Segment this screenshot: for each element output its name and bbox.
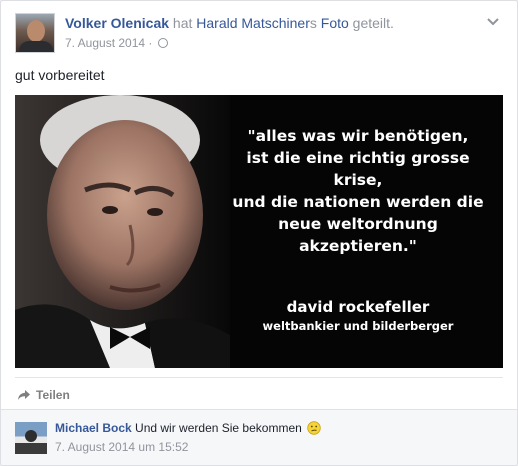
- avatar-shirt: [19, 41, 53, 52]
- comments-section: Michael Bock Und wir werden Sie bekommen…: [1, 409, 517, 465]
- shared-photo[interactable]: "alles was wir benötigen, ist die eine r…: [15, 95, 503, 368]
- quote-line: und die nationen werden die: [232, 193, 484, 211]
- post-date-link[interactable]: 7. August 2014: [65, 36, 145, 50]
- quote-line: neue weltordnung akzeptieren.": [278, 215, 438, 255]
- portrait-illustration: [15, 95, 230, 368]
- share-arrow-icon: [18, 390, 30, 400]
- quote-text: "alles was wir benötigen, ist die eine r…: [220, 125, 496, 257]
- shared-object-link[interactable]: Foto: [321, 15, 349, 31]
- post-headline: Volker Olenicak hat Harald Matschiners F…: [65, 15, 394, 31]
- chevron-down-icon[interactable]: [485, 15, 501, 29]
- quote-attribution: david rockefeller weltbankier und bilder…: [220, 297, 496, 335]
- post-meta: 7. August 2014 ·: [65, 36, 168, 50]
- avatar-face: [27, 20, 45, 42]
- action-suffix: geteilt.: [352, 15, 394, 31]
- action-prefix: hat: [172, 15, 193, 31]
- comment-text: Und wir werden Sie bekommen: [135, 421, 302, 435]
- meta-separator: ·: [148, 36, 153, 50]
- author-name-link[interactable]: Volker Olenicak: [65, 15, 169, 31]
- share-button[interactable]: Teilen: [17, 388, 70, 402]
- globe-icon[interactable]: [157, 38, 168, 48]
- commenter-avatar[interactable]: [15, 422, 47, 454]
- comment-body: Michael Bock Und wir werden Sie bekommen: [55, 421, 321, 435]
- post-card: Volker Olenicak hat Harald Matschiners F…: [0, 0, 518, 466]
- commenter-avatar-head: [25, 430, 37, 442]
- comment-timestamp-link[interactable]: 7. August 2014 um 15:52: [55, 440, 188, 454]
- confused-smiley-icon: [307, 421, 321, 435]
- post-text: gut vorbereitet: [15, 67, 105, 83]
- quote-line: "alles was wir benötigen,: [247, 127, 469, 145]
- share-label: Teilen: [36, 388, 70, 402]
- action-bar: Teilen: [15, 377, 503, 407]
- shared-owner-link[interactable]: Harald Matschiner: [196, 15, 310, 31]
- author-avatar[interactable]: [15, 13, 55, 53]
- commenter-name-link[interactable]: Michael Bock: [55, 421, 132, 435]
- quote-line: ist die eine richtig grosse krise,: [246, 149, 470, 189]
- quote-author-title: weltbankier und bilderberger: [262, 319, 454, 333]
- possessive-suffix: s: [309, 15, 317, 31]
- post-header: Volker Olenicak hat Harald Matschiners F…: [15, 13, 503, 55]
- quote-author-name: david rockefeller: [286, 298, 430, 316]
